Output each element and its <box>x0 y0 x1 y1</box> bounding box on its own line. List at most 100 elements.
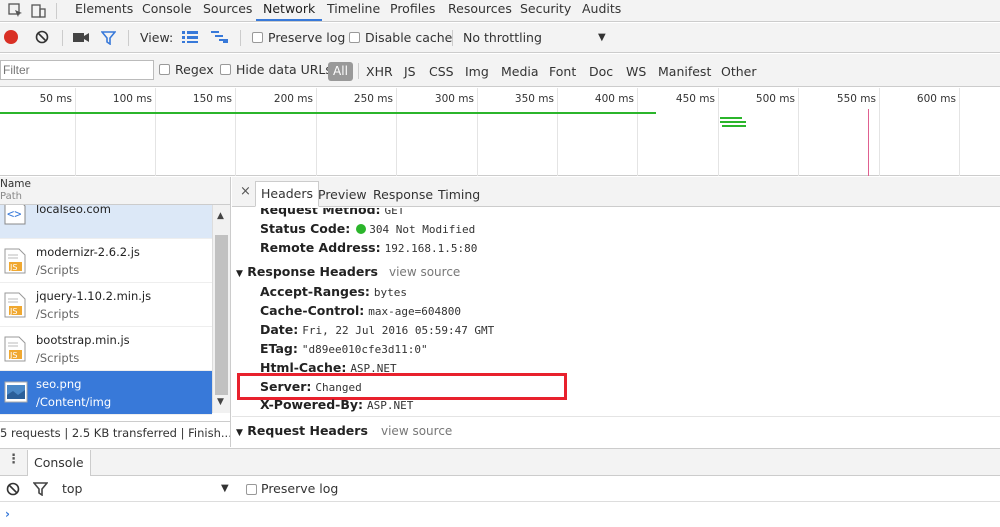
close-icon[interactable]: × <box>240 184 251 199</box>
tab-preview[interactable]: Preview <box>318 187 367 202</box>
js-file-icon: JS <box>4 336 26 362</box>
devtools-tab-bar: Elements Console Sources Network Timelin… <box>0 0 1000 22</box>
table-row[interactable]: JS modernizr-2.6.2.js /Scripts <box>0 239 212 283</box>
request-name: seo.png <box>36 377 82 391</box>
timeline-overview[interactable]: 50 ms 100 ms 150 ms 200 ms 250 ms 300 ms… <box>0 88 1000 176</box>
more-options-icon[interactable]: ⋮ <box>7 453 20 467</box>
status-ok-icon <box>356 224 367 234</box>
tab-response[interactable]: Response <box>373 187 433 202</box>
request-list-header[interactable]: Name Path <box>0 177 230 205</box>
tab-timing[interactable]: Timing <box>438 187 480 202</box>
device-mode-icon[interactable] <box>30 3 46 19</box>
tab-headers[interactable]: Headers <box>255 181 320 207</box>
request-path: /Scripts <box>36 307 80 321</box>
request-list-scrollbar[interactable]: ▲ ▼ <box>212 205 230 413</box>
table-row[interactable]: JS jquery-1.10.2.min.js /Scripts <box>0 283 212 327</box>
table-row[interactable]: <> localseo.com <box>0 205 212 239</box>
waterfall-overview-icon[interactable] <box>211 31 229 46</box>
tab-sources[interactable]: Sources <box>196 0 259 21</box>
tab-security[interactable]: Security <box>513 0 578 21</box>
tick-label: 500 ms <box>755 93 795 105</box>
filter-manifest[interactable]: Manifest <box>658 64 711 79</box>
header-key: Accept-Ranges: <box>260 284 370 299</box>
gridline <box>557 88 558 176</box>
scrollbar-thumb[interactable] <box>215 235 228 395</box>
tick-label: 600 ms <box>916 93 956 105</box>
table-row[interactable]: seo.png /Content/img <box>0 371 212 415</box>
preserve-log-checkbox[interactable] <box>246 484 257 495</box>
context-select[interactable]: top <box>62 482 82 496</box>
hide-data-urls-checkbox[interactable] <box>220 64 231 75</box>
request-name: jquery-1.10.2.min.js <box>36 289 152 303</box>
tick-label: 350 ms <box>514 93 554 105</box>
chevron-down-icon[interactable]: ▼ <box>598 32 606 43</box>
scroll-up-icon[interactable]: ▲ <box>217 211 224 221</box>
prompt-chevron-icon: › <box>5 507 10 521</box>
large-rows-icon[interactable] <box>182 31 198 46</box>
request-list: Name Path <> localseo.com JS modernizr-2… <box>0 177 231 447</box>
scroll-down-icon[interactable]: ▼ <box>217 397 224 407</box>
tab-console-drawer[interactable]: Console <box>27 450 91 476</box>
header-key: Status Code: <box>260 221 351 236</box>
hide-data-urls-label: Hide data URLs <box>236 62 332 77</box>
console-prompt[interactable]: › <box>0 503 1000 527</box>
filter-other[interactable]: Other <box>721 64 757 79</box>
filter-ws[interactable]: WS <box>626 64 646 79</box>
request-details: × Headers Preview Response Timing Reques… <box>232 177 1000 447</box>
filter-media[interactable]: Media <box>501 64 539 79</box>
header-key: Date: <box>260 322 299 337</box>
filter-icon[interactable] <box>100 31 117 48</box>
tab-profiles[interactable]: Profiles <box>383 0 442 21</box>
tab-network[interactable]: Network <box>256 0 323 21</box>
console-toolbar: top ▼ Preserve log <box>0 477 1000 502</box>
timeline-request-bar <box>722 125 746 127</box>
request-path: /Scripts <box>36 263 80 277</box>
svg-text:JS: JS <box>9 263 17 272</box>
headers-content: Request Method: GET Status Code: 304 Not… <box>232 208 1000 447</box>
disable-cache-checkbox[interactable] <box>349 32 360 43</box>
column-name: Name <box>0 178 31 190</box>
chevron-down-icon: ▼ <box>236 269 243 279</box>
view-source-link[interactable]: view source <box>389 265 460 279</box>
filter-input[interactable] <box>0 60 154 80</box>
tick-label: 400 ms <box>594 93 634 105</box>
inspect-element-icon[interactable] <box>8 3 24 19</box>
tick-label: 200 ms <box>273 93 313 105</box>
table-row[interactable]: JS bootstrap.min.js /Scripts <box>0 327 212 371</box>
tab-timeline[interactable]: Timeline <box>320 0 387 21</box>
capture-screenshots-icon[interactable] <box>73 32 89 46</box>
drawer-tab-bar: ⋮ Console <box>0 448 1000 476</box>
clear-console-icon[interactable] <box>6 482 20 499</box>
regex-checkbox[interactable] <box>159 64 170 75</box>
throttling-select[interactable]: No throttling <box>463 31 542 45</box>
record-icon[interactable] <box>4 30 18 44</box>
filter-img[interactable]: Img <box>465 64 489 79</box>
response-headers-section[interactable]: ▼ Response Headers <box>236 264 378 279</box>
gridline <box>959 88 960 176</box>
header-value: 304 Not Modified <box>369 223 476 236</box>
filter-all-button[interactable]: All <box>328 62 353 81</box>
load-event-marker <box>868 109 869 176</box>
filter-doc[interactable]: Doc <box>589 64 613 79</box>
filter-js[interactable]: JS <box>404 64 416 79</box>
tab-console[interactable]: Console <box>135 0 199 21</box>
divider <box>452 30 453 46</box>
filter-icon[interactable] <box>32 482 49 499</box>
filter-font[interactable]: Font <box>549 64 576 79</box>
header-line: Status Code: 304 Not Modified <box>260 221 475 236</box>
view-source-link[interactable]: view source <box>381 424 452 438</box>
header-key: Html-Cache: <box>260 360 347 372</box>
header-key: Remote Address: <box>260 240 381 255</box>
clear-icon[interactable] <box>35 30 49 47</box>
request-headers-section[interactable]: ▼ Request Headers <box>236 423 368 438</box>
chevron-down-icon[interactable]: ▼ <box>221 483 229 494</box>
js-file-icon: JS <box>4 292 26 318</box>
filter-xhr[interactable]: XHR <box>366 64 393 79</box>
tab-audits[interactable]: Audits <box>575 0 628 21</box>
tab-elements[interactable]: Elements <box>68 0 140 21</box>
header-line: ETag: "d89ee010cfe3d11:0" <box>260 341 428 356</box>
filter-css[interactable]: CSS <box>429 64 454 79</box>
divider <box>62 30 63 46</box>
tab-resources[interactable]: Resources <box>441 0 519 21</box>
preserve-log-checkbox[interactable] <box>252 32 263 43</box>
